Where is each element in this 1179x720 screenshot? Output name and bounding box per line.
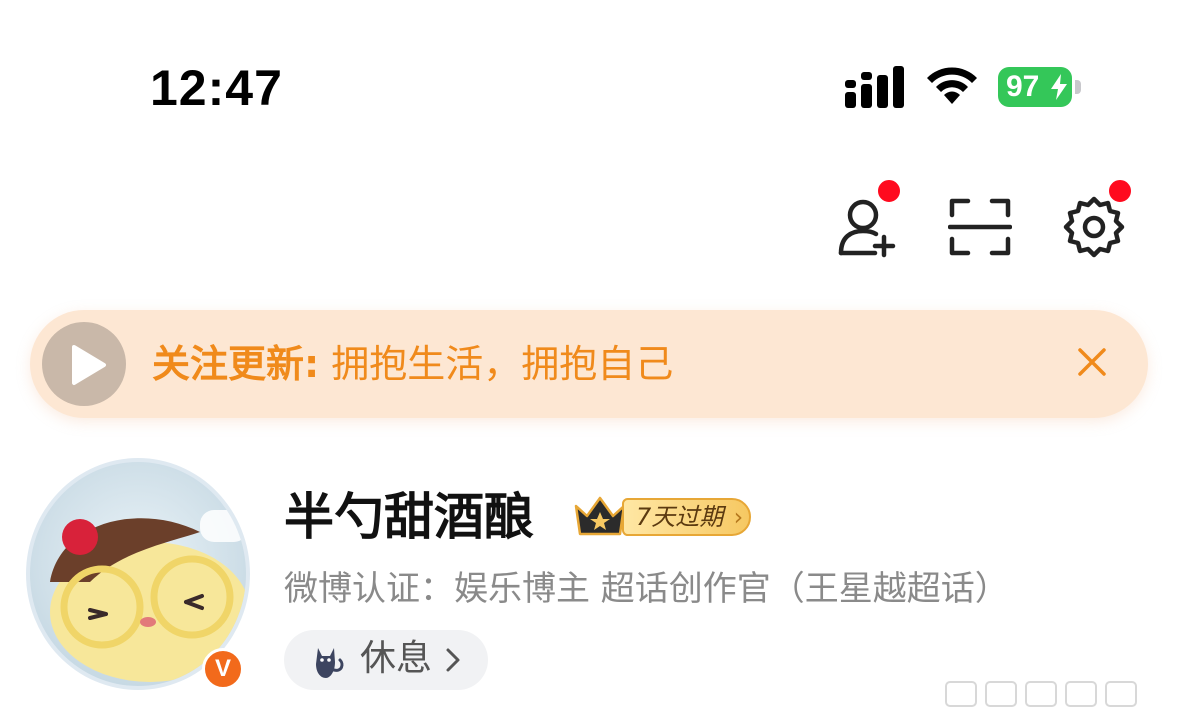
chevron-right-icon: › [733, 503, 744, 531]
chevron-right-icon [446, 648, 460, 672]
status-time: 12:47 [150, 60, 283, 116]
add-friend-icon[interactable] [835, 195, 899, 259]
signal-icon [845, 66, 904, 108]
close-icon[interactable] [1074, 344, 1110, 380]
play-icon [72, 345, 106, 385]
verification-text: 微博认证：娱乐博主 超话创作官（王星越超话） [284, 569, 1009, 609]
banner-prefix: 关注更新: [152, 342, 320, 386]
crown-icon[interactable] [572, 494, 628, 538]
status-label: 休息 [360, 638, 433, 679]
banner-message: 拥抱生活，拥抱自己 [319, 342, 674, 386]
battery-indicator: 97 [998, 67, 1072, 107]
cat-icon [316, 648, 344, 678]
wifi-icon [927, 67, 977, 104]
vip-expiry-text: 7天过期 [636, 503, 724, 531]
scan-icon[interactable] [948, 195, 1012, 259]
battery-level: 97 [1006, 70, 1040, 103]
verified-badge: V [202, 648, 244, 690]
settings-icon[interactable] [1062, 195, 1126, 259]
follow-update-banner[interactable]: 关注更新: 拥抱生活，拥抱自己 [30, 310, 1148, 418]
username: 半勺甜酒酿 [284, 488, 534, 546]
notification-dot [1107, 178, 1133, 204]
vip-expiry-tag[interactable]: 7天过期 › [622, 498, 752, 536]
banner-text: 关注更新: 拥抱生活，拥抱自己 [152, 338, 673, 390]
charging-bolt-icon [1051, 74, 1067, 100]
status-chip[interactable]: 休息 [284, 630, 488, 690]
battery-cap [1075, 80, 1081, 94]
notification-dot [876, 178, 902, 204]
watermark-icon [945, 681, 1137, 707]
play-button[interactable] [42, 322, 126, 406]
